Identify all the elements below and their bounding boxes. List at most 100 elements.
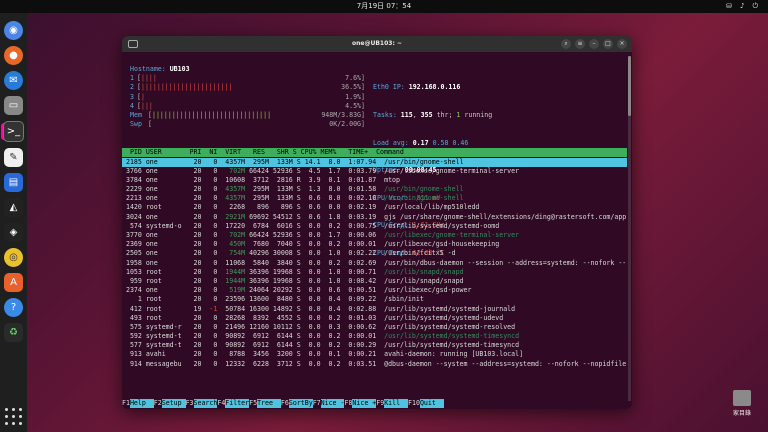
- minimize-icon[interactable]: –: [589, 39, 599, 49]
- process-virt: 2921M: [221, 212, 250, 221]
- title-bar[interactable]: one@UB103: ~ ⌕ ≡ – □ ×: [122, 36, 632, 52]
- process-row[interactable]: 2229 one 20 0 4357M 295M 133M S 1.3 8.0 …: [122, 185, 627, 194]
- process-virt: 11068: [221, 258, 250, 267]
- fkey-action[interactable]: Nice -: [320, 398, 345, 408]
- process-cmd: /usr/lib/snapd/snapd: [384, 267, 464, 276]
- volume-icon[interactable]: ♪: [740, 0, 744, 13]
- menu-icon[interactable]: ≡: [575, 39, 585, 49]
- process-cpu: 0.0: [304, 249, 325, 258]
- process-s: S: [296, 185, 305, 194]
- home-folder-desktop-icon[interactable]: 家目錄: [727, 390, 757, 417]
- process-mem: 0.2: [324, 240, 345, 249]
- process-ni: 0: [205, 194, 222, 203]
- fkey-f7[interactable]: F7: [312, 398, 321, 408]
- fkey-action[interactable]: Quit: [419, 398, 444, 408]
- fkey-action[interactable]: Kill: [384, 398, 409, 408]
- thunderbird-icon[interactable]: ✉: [4, 71, 23, 90]
- meter-row: 1 [|||| 7.6%]: [130, 74, 365, 83]
- process-row[interactable]: 2374 one 20 0 519M 24064 20292 S 0.0 0.6…: [122, 286, 627, 295]
- fkey-f3[interactable]: F3: [185, 398, 194, 408]
- rhythmbox-icon[interactable]: ◎: [4, 248, 23, 267]
- fkey-f9[interactable]: F9: [376, 398, 385, 408]
- fkey-action[interactable]: Tree: [257, 398, 281, 408]
- close-icon[interactable]: ×: [617, 39, 627, 49]
- fkey-action[interactable]: Help: [129, 398, 154, 408]
- process-ni: 0: [205, 276, 222, 285]
- terminal-icon[interactable]: >_: [3, 121, 24, 142]
- process-pid: 914: [122, 359, 146, 368]
- process-row[interactable]: 2185 one 20 0 4357M 295M 133M S 14.1 8.0…: [122, 157, 627, 167]
- process-shr: 6016: [272, 221, 297, 230]
- process-row[interactable]: 3766 one 20 0 702M 66424 52936 S 4.5 1.7…: [122, 167, 627, 176]
- process-row[interactable]: 493 root 20 0 28268 8392 4552 S 0.0 0.2 …: [122, 314, 627, 323]
- process-row[interactable]: 412 root 19 -1 50784 16300 14892 S 0.0 0…: [122, 305, 627, 314]
- process-row[interactable]: 2505 one 20 0 754M 40296 30008 S 0.0 1.0…: [122, 249, 627, 258]
- process-row[interactable]: 592 systemd-t 20 0 90892 6912 6144 S 0.0…: [122, 332, 627, 341]
- process-pid: 575: [122, 322, 146, 331]
- fkey-action[interactable]: Search: [193, 398, 218, 408]
- software-icon[interactable]: A: [4, 273, 23, 292]
- process-user: one: [145, 194, 186, 203]
- process-list[interactable]: 2185 one 20 0 4357M 295M 133M S 14.1 8.0…: [122, 157, 627, 369]
- process-shr: 7040: [272, 240, 297, 249]
- search-icon[interactable]: ⌕: [561, 39, 571, 49]
- process-row[interactable]: 575 systemd-r 20 0 21496 12160 10112 S 0…: [122, 323, 627, 332]
- maximize-icon[interactable]: □: [603, 39, 613, 49]
- process-cpu: 0.6: [304, 212, 325, 221]
- terminal-window[interactable]: one@UB103: ~ ⌕ ≡ – □ × Hostname: UB103 1[…: [122, 36, 632, 409]
- process-row[interactable]: 1 root 20 0 23596 13600 8480 S 0.0 0.4 0…: [122, 295, 627, 304]
- chrome-icon[interactable]: ◉: [4, 21, 23, 40]
- trash-icon[interactable]: ♻: [4, 323, 23, 342]
- fkey-f10[interactable]: F10: [408, 398, 420, 408]
- process-row[interactable]: 1053 root 20 0 1944M 36396 19968 S 0.0 1…: [122, 268, 627, 277]
- process-time: 0:00.51: [344, 286, 385, 295]
- process-row[interactable]: 1958 one 20 0 11068 5840 3840 S 0.0 0.2 …: [122, 259, 627, 268]
- process-row[interactable]: 1420 root 20 0 2268 896 896 S 0.6 0.0 0:…: [122, 203, 627, 212]
- fkey-f5[interactable]: F5: [249, 398, 258, 408]
- power-icon[interactable]: ⏻: [752, 0, 758, 13]
- firefox-icon[interactable]: ●: [4, 46, 23, 65]
- fkey-f6[interactable]: F6: [280, 398, 289, 408]
- process-mem: 0.6: [324, 286, 345, 295]
- process-row[interactable]: 577 systemd-t 20 0 90892 6912 6144 S 0.0…: [122, 341, 627, 350]
- show-apps-icon[interactable]: [4, 407, 23, 426]
- process-shr: 30008: [272, 249, 297, 258]
- files-icon[interactable]: ▭: [4, 96, 23, 115]
- fkey-f8[interactable]: F8: [344, 398, 353, 408]
- writer-icon[interactable]: ▤: [4, 173, 23, 192]
- process-table-header[interactable]: PID USER PRI NI VIRT RES SHR S CPU% MEM%…: [122, 148, 627, 158]
- process-row[interactable]: 913 avahi 20 0 8788 3456 3200 S 0.0 0.1 …: [122, 350, 627, 359]
- process-row[interactable]: 959 root 20 0 1944M 36396 19968 S 0.0 1.…: [122, 277, 627, 286]
- fkey-f4[interactable]: F4: [217, 398, 226, 408]
- home-folder-label: 家目錄: [732, 410, 751, 417]
- scrollbar[interactable]: [628, 56, 631, 401]
- inkscape-icon[interactable]: ◭: [4, 198, 23, 217]
- process-cmd: /usr/lib/systemd/systemd-resolved: [384, 322, 516, 331]
- fkey-action[interactable]: Setup: [161, 398, 186, 408]
- process-row[interactable]: 3770 one 20 0 702M 66424 52936 S 0.0 1.7…: [122, 231, 627, 240]
- process-time: 0:00.62: [344, 322, 385, 331]
- help-icon[interactable]: ?: [4, 298, 23, 317]
- process-time: 0:00.06: [344, 231, 385, 239]
- fkey-action[interactable]: Nice +: [352, 398, 377, 408]
- network-icon[interactable]: ⛁: [726, 0, 732, 13]
- process-row[interactable]: 3024 one 20 0 2921M 69692 54512 S 0.6 1.…: [122, 213, 627, 222]
- fkey-action[interactable]: Filter: [225, 398, 250, 408]
- process-virt: 21496: [221, 322, 250, 331]
- process-user: root: [145, 295, 186, 304]
- fkey-f2[interactable]: F2: [153, 398, 162, 408]
- process-row[interactable]: 3784 one 20 0 10608 3712 2816 R 3.9 0.1 …: [122, 176, 627, 185]
- fkey-f1[interactable]: F1: [122, 398, 130, 408]
- text-editor-icon[interactable]: ✎: [4, 148, 23, 167]
- process-row[interactable]: 914 messagebu 20 0 12332 6228 3712 S 0.0…: [122, 360, 627, 369]
- clock[interactable]: 7月19日 07：54: [0, 0, 768, 13]
- system-tray[interactable]: ⛁ ♪ ⏻: [726, 0, 758, 13]
- process-row[interactable]: 2213 one 20 0 4357M 295M 133M S 0.6 8.0 …: [122, 194, 627, 203]
- process-ni: -1: [205, 304, 222, 313]
- process-row[interactable]: 2369 one 20 0 450M 7680 7040 S 0.0 0.2 0…: [122, 240, 627, 249]
- process-row[interactable]: 574 systemd-o 20 0 17220 6784 6016 S 0.0…: [122, 222, 627, 231]
- fkey-action[interactable]: SortBy: [288, 398, 313, 408]
- process-pri: 20: [185, 212, 206, 221]
- process-ni: 0: [205, 221, 222, 230]
- vpn-icon[interactable]: ◈: [4, 223, 23, 242]
